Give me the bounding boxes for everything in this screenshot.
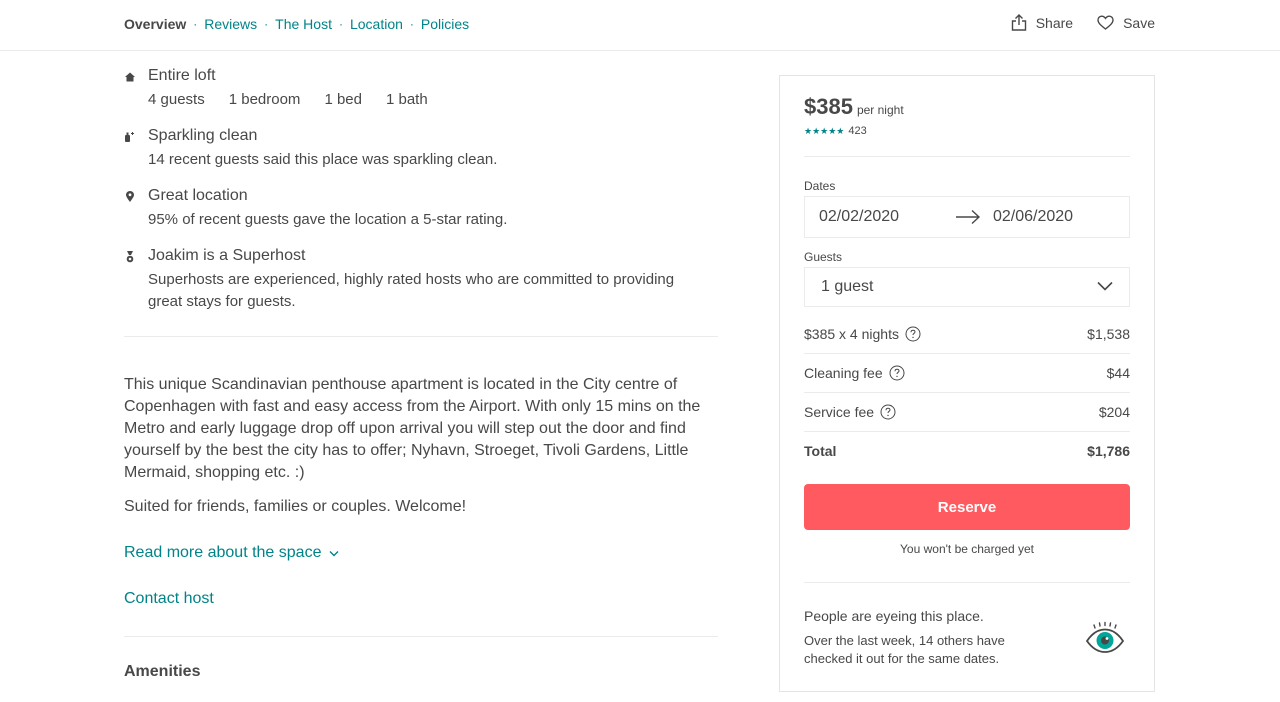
date-range-picker: 02/02/2020 02/06/2020 <box>804 196 1130 238</box>
check-out-input[interactable]: 02/06/2020 <box>993 208 1073 226</box>
card-divider <box>804 582 1130 583</box>
nights-label: $385 x 4 nights <box>804 326 899 342</box>
price-amount: $385 <box>804 94 853 119</box>
demand-title: People are eyeing this place. <box>804 608 984 624</box>
tab-separator: · <box>409 17 414 31</box>
card-divider <box>804 353 1130 354</box>
read-more-label: Read more about the space <box>124 544 322 561</box>
guests-value: 1 guest <box>821 278 874 295</box>
eye-icon <box>1085 621 1125 653</box>
nav-actions: Share Save <box>987 14 1155 31</box>
tab-separator: · <box>338 17 343 31</box>
space-description: This unique Scandinavian penthouse apart… <box>124 376 701 481</box>
not-charged-note: You won't be charged yet <box>900 542 1034 556</box>
share-icon <box>1011 14 1026 31</box>
guests-select[interactable]: 1 guest <box>804 267 1130 307</box>
top-navigation-bar: Overview · Reviews · The Host · Location… <box>0 0 1280 51</box>
demand-description: Over the last week, 14 others have check… <box>804 633 1005 666</box>
share-label: Share <box>1035 14 1074 31</box>
booking-card: $385 per night ★★★★★ 423 Dates 02/02/202… <box>779 75 1155 692</box>
chevron-down-icon <box>1097 281 1113 291</box>
tab-separator: · <box>193 17 198 31</box>
section-divider <box>124 336 718 337</box>
cleaning-fee-label: Cleaning fee <box>804 365 883 381</box>
spec-guests: 4 guests <box>148 91 205 108</box>
question-mark-icon[interactable] <box>889 365 905 381</box>
tab-separator: · <box>264 17 269 31</box>
nightly-price: $385 per night <box>804 94 904 120</box>
question-mark-icon[interactable] <box>905 326 921 342</box>
chevron-down-icon <box>329 550 339 556</box>
service-fee-amount: $204 <box>1098 404 1130 420</box>
highlight-title: Entire loft <box>148 67 216 84</box>
medal-icon <box>126 251 134 263</box>
card-divider <box>804 392 1130 393</box>
question-mark-icon[interactable] <box>880 404 896 420</box>
section-divider <box>124 636 718 637</box>
highlight-description: 14 recent guests said this place was spa… <box>148 151 498 168</box>
service-fee-label: Service fee <box>804 404 875 420</box>
tab-reviews[interactable]: Reviews <box>204 16 257 32</box>
reserve-button[interactable]: Reserve <box>804 484 1130 530</box>
star-rating-icon: ★★★★★ <box>804 125 845 136</box>
highlight-title: Great location <box>148 187 248 204</box>
save-button[interactable]: Save <box>1097 15 1155 31</box>
highlight-title: Sparkling clean <box>148 127 258 144</box>
rating-summary[interactable]: ★★★★★ 423 <box>804 125 867 137</box>
spec-beds: 1 bed <box>324 91 362 108</box>
read-more-link[interactable]: Read more about the space <box>124 544 339 562</box>
welcome-text: Suited for friends, families or couples.… <box>124 498 467 515</box>
tab-the-host[interactable]: The Host <box>275 16 332 32</box>
dates-label: Dates <box>804 179 836 193</box>
card-divider <box>804 156 1130 157</box>
total-amount: $1,786 <box>1087 443 1130 459</box>
heart-icon <box>1097 15 1114 30</box>
sparkle-icon <box>125 132 134 142</box>
tab-location[interactable]: Location <box>350 16 403 32</box>
save-label: Save <box>1123 14 1155 31</box>
tab-overview[interactable]: Overview <box>124 16 186 32</box>
spec-baths: 1 bath <box>385 91 428 108</box>
tab-policies[interactable]: Policies <box>421 16 469 32</box>
highlight-description: Superhosts are experienced, highly rated… <box>148 271 675 310</box>
check-in-input[interactable]: 02/02/2020 <box>819 208 899 226</box>
map-pin-icon <box>126 191 134 202</box>
highlight-title: Joakim is a Superhost <box>148 247 306 264</box>
total-label: Total <box>804 443 837 459</box>
amenities-heading: Amenities <box>124 663 201 680</box>
card-divider <box>804 431 1130 432</box>
contact-host-link[interactable]: Contact host <box>124 590 214 608</box>
share-button[interactable]: Share <box>1011 14 1073 31</box>
home-icon <box>125 72 135 82</box>
cleaning-fee-amount: $44 <box>1106 365 1130 381</box>
price-unit: per night <box>856 103 904 117</box>
listing-specs: 4 guests 1 bedroom 1 bed 1 bath <box>148 89 708 111</box>
contact-host-label: Contact host <box>124 590 214 607</box>
spec-bedrooms: 1 bedroom <box>228 91 301 108</box>
section-tabs: Overview · Reviews · The Host · Location… <box>124 16 469 32</box>
arrow-right-icon <box>956 209 981 225</box>
review-count: 423 <box>848 125 867 137</box>
guests-label: Guests <box>804 250 843 264</box>
nights-amount: $1,538 <box>1087 326 1130 342</box>
highlight-description: 95% of recent guests gave the location a… <box>148 211 508 228</box>
